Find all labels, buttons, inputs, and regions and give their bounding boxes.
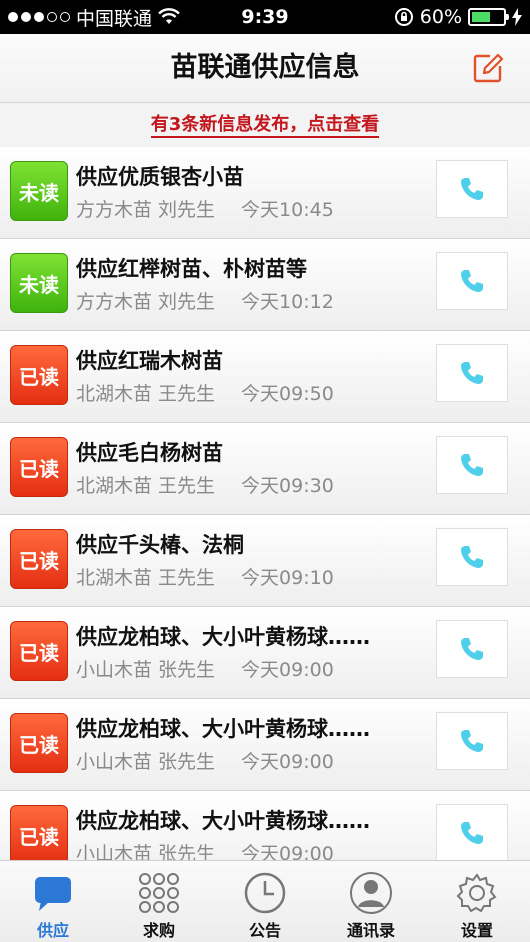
item-time: 今天09:50: [241, 383, 334, 405]
list-item[interactable]: 已读 供应毛白杨树苗 北湖木苗 王先生 今天09:30: [0, 423, 530, 515]
item-company: 小山木苗 张先生: [76, 751, 216, 773]
item-time: 今天10:12: [241, 291, 334, 313]
phone-icon: [461, 178, 483, 200]
item-title: 供应毛白杨树苗: [76, 441, 223, 465]
supply-list: 未读 供应优质银杏小苗 方方木苗 刘先生 今天10:45 未读 供应红榉树苗、朴树苗等 方方…: [0, 147, 530, 860]
item-company: 小山木苗 张先生: [76, 659, 216, 681]
list-item[interactable]: 已读 供应千头椿、法桐 北湖木苗 王先生 今天09:10: [0, 515, 530, 607]
tab-0[interactable]: 供应: [0, 861, 106, 942]
phone-icon: [461, 730, 483, 752]
charging-icon: [512, 8, 522, 26]
call-button[interactable]: [436, 344, 508, 402]
chat-bubble-icon: [31, 871, 75, 915]
compose-icon[interactable]: [472, 52, 504, 84]
tab-label: 公告: [248, 921, 281, 940]
page-title: 苗联通供应信息: [170, 52, 360, 83]
person-icon: [349, 871, 393, 915]
clock-icon: [243, 871, 287, 915]
read-status-badge: 已读: [10, 437, 68, 497]
tab-label: 求购: [142, 921, 175, 940]
item-title: 供应龙柏球、大小叶黄杨球……: [76, 809, 370, 833]
read-status-badge: 已读: [10, 621, 68, 681]
item-time: 今天09:00: [241, 659, 334, 681]
item-company: 小山木苗 张先生: [76, 843, 216, 860]
read-status-badge: 未读: [10, 253, 68, 313]
phone-icon: [461, 546, 483, 568]
item-meta: 小山木苗 张先生 今天09:00: [76, 747, 334, 774]
item-title: 供应红瑞木树苗: [76, 349, 223, 373]
call-button[interactable]: [436, 712, 508, 770]
tab-label: 设置: [460, 921, 493, 940]
item-meta: 方方木苗 刘先生 今天10:45: [76, 195, 334, 222]
read-status-badge: 已读: [10, 805, 68, 860]
item-meta: 小山木苗 张先生 今天09:00: [76, 655, 334, 682]
item-time: 今天09:10: [241, 567, 334, 589]
list-item[interactable]: 未读 供应红榉树苗、朴树苗等 方方木苗 刘先生 今天10:12: [0, 239, 530, 331]
battery-percent: 60%: [419, 6, 462, 28]
orientation-lock-icon: [394, 8, 413, 26]
item-meta: 方方木苗 刘先生 今天10:12: [76, 287, 334, 314]
phone-icon: [461, 270, 483, 292]
item-title: 供应优质银杏小苗: [76, 165, 244, 189]
notice-link[interactable]: 有3条新信息发布，点击查看: [150, 115, 380, 138]
read-status-badge: 已读: [10, 529, 68, 589]
tab-2[interactable]: 公告: [212, 861, 318, 942]
item-meta: 北湖木苗 王先生 今天09:50: [76, 379, 334, 406]
battery-icon: [468, 8, 509, 26]
call-button[interactable]: [436, 528, 508, 586]
gear-icon: [455, 871, 499, 915]
item-meta: 北湖木苗 王先生 今天09:10: [76, 563, 334, 590]
item-company: 方方木苗 刘先生: [76, 291, 216, 313]
read-status-badge: 已读: [10, 713, 68, 773]
item-company: 方方木苗 刘先生: [76, 199, 216, 221]
call-button[interactable]: [436, 160, 508, 218]
call-button[interactable]: [436, 252, 508, 310]
call-button[interactable]: [436, 620, 508, 678]
tab-label: 供应: [36, 921, 69, 940]
item-company: 北湖木苗 王先生: [76, 383, 216, 405]
call-button[interactable]: [436, 436, 508, 494]
item-title: 供应龙柏球、大小叶黄杨球……: [76, 625, 370, 649]
grid-dots-icon: [137, 871, 181, 915]
list-item[interactable]: 未读 供应优质银杏小苗 方方木苗 刘先生 今天10:45: [0, 147, 530, 239]
item-title: 供应千头椿、法桐: [76, 533, 244, 557]
tab-3[interactable]: 通讯录: [318, 861, 424, 942]
item-title: 供应红榉树苗、朴树苗等: [76, 257, 307, 281]
item-meta: 小山木苗 张先生 今天09:00: [76, 839, 334, 860]
read-status-badge: 已读: [10, 345, 68, 405]
item-time: 今天10:45: [241, 199, 334, 221]
status-bar: 中国联通 9:39 60%: [0, 0, 530, 34]
list-item[interactable]: 已读 供应龙柏球、大小叶黄杨球…… 小山木苗 张先生 今天09:00: [0, 607, 530, 699]
tab-1[interactable]: 求购: [106, 861, 212, 942]
item-meta: 北湖木苗 王先生 今天09:30: [76, 471, 334, 498]
item-company: 北湖木苗 王先生: [76, 567, 216, 589]
list-item[interactable]: 已读 供应龙柏球、大小叶黄杨球…… 小山木苗 张先生 今天09:00: [0, 699, 530, 791]
nav-bar: 苗联通供应信息: [0, 34, 530, 103]
phone-icon: [461, 638, 483, 660]
read-status-badge: 未读: [10, 161, 68, 221]
status-right: 60%: [394, 0, 522, 34]
item-company: 北湖木苗 王先生: [76, 475, 216, 497]
phone-icon: [461, 362, 483, 384]
item-time: 今天09:00: [241, 751, 334, 773]
phone-icon: [461, 822, 483, 844]
tab-label: 通讯录: [346, 921, 395, 940]
list-item[interactable]: 已读 供应龙柏球、大小叶黄杨球…… 小山木苗 张先生 今天09:00: [0, 791, 530, 860]
item-title: 供应龙柏球、大小叶黄杨球……: [76, 717, 370, 741]
item-time: 今天09:00: [241, 843, 334, 860]
item-time: 今天09:30: [241, 475, 334, 497]
tab-4[interactable]: 设置: [424, 861, 530, 942]
new-info-notice[interactable]: 有3条新信息发布，点击查看: [0, 103, 530, 147]
phone-icon: [461, 454, 483, 476]
list-item[interactable]: 已读 供应红瑞木树苗 北湖木苗 王先生 今天09:50: [0, 331, 530, 423]
tab-bar: 供应 求购 公告 通讯录 设置: [0, 860, 530, 942]
call-button[interactable]: [436, 804, 508, 860]
